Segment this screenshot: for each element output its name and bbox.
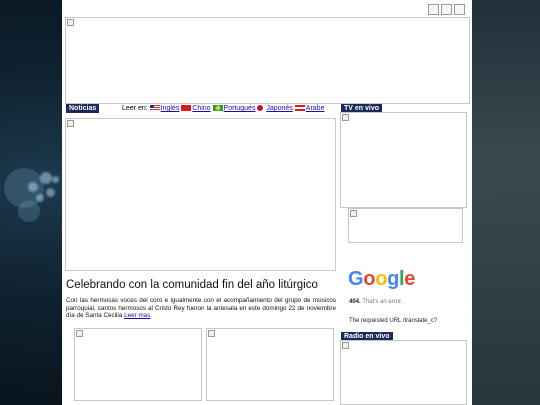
japan-flag-icon (257, 105, 264, 112)
news-label: Noticias (66, 104, 100, 113)
read-more-link[interactable]: Leer mas (124, 312, 150, 319)
news-thumbnail-2[interactable] (206, 328, 334, 401)
top-image-button-1[interactable] (428, 4, 439, 15)
radio-live-player[interactable] (340, 340, 467, 405)
china-flag-icon (181, 105, 192, 112)
us-flag-icon (149, 105, 160, 112)
lebanon-flag-icon (294, 105, 305, 112)
background-texture (472, 0, 540, 405)
lang-link-japanese[interactable]: Japonés (266, 105, 292, 112)
article-headline[interactable]: Celebrando con la comunidad fin del año … (66, 279, 318, 291)
news-thumbnail-1[interactable] (74, 328, 202, 401)
error-detail: The requested URL /translate_c? (349, 318, 438, 324)
lang-link-chinese[interactable]: Chino (192, 105, 210, 112)
top-image-button-2[interactable] (441, 4, 452, 15)
google-logo: Google (348, 268, 416, 290)
lang-link-arabic[interactable]: Arabe (306, 105, 325, 112)
article-summary-text: Con las hermosas voces del coro e igualm… (66, 297, 336, 320)
brazil-flag-icon (212, 105, 223, 112)
article-summary: Con las hermosas voces del coro e igualm… (66, 297, 336, 320)
header-banner-image (65, 17, 470, 104)
tv-secondary-image[interactable] (348, 208, 463, 243)
main-news-image[interactable] (65, 118, 336, 271)
error-message: 404. That's an error. (349, 299, 402, 305)
read-in-label: Leer en: (122, 105, 148, 112)
language-bar: Leer en: Inglés Chino Portugués Japonés … (122, 104, 324, 113)
top-image-button-3[interactable] (454, 4, 465, 15)
tv-live-player[interactable] (340, 112, 467, 208)
error-code: 404. (349, 299, 361, 305)
lang-link-portuguese[interactable]: Portugués (224, 105, 256, 112)
error-text: That's an error. (362, 299, 403, 305)
lang-link-english[interactable]: Inglés (161, 105, 180, 112)
